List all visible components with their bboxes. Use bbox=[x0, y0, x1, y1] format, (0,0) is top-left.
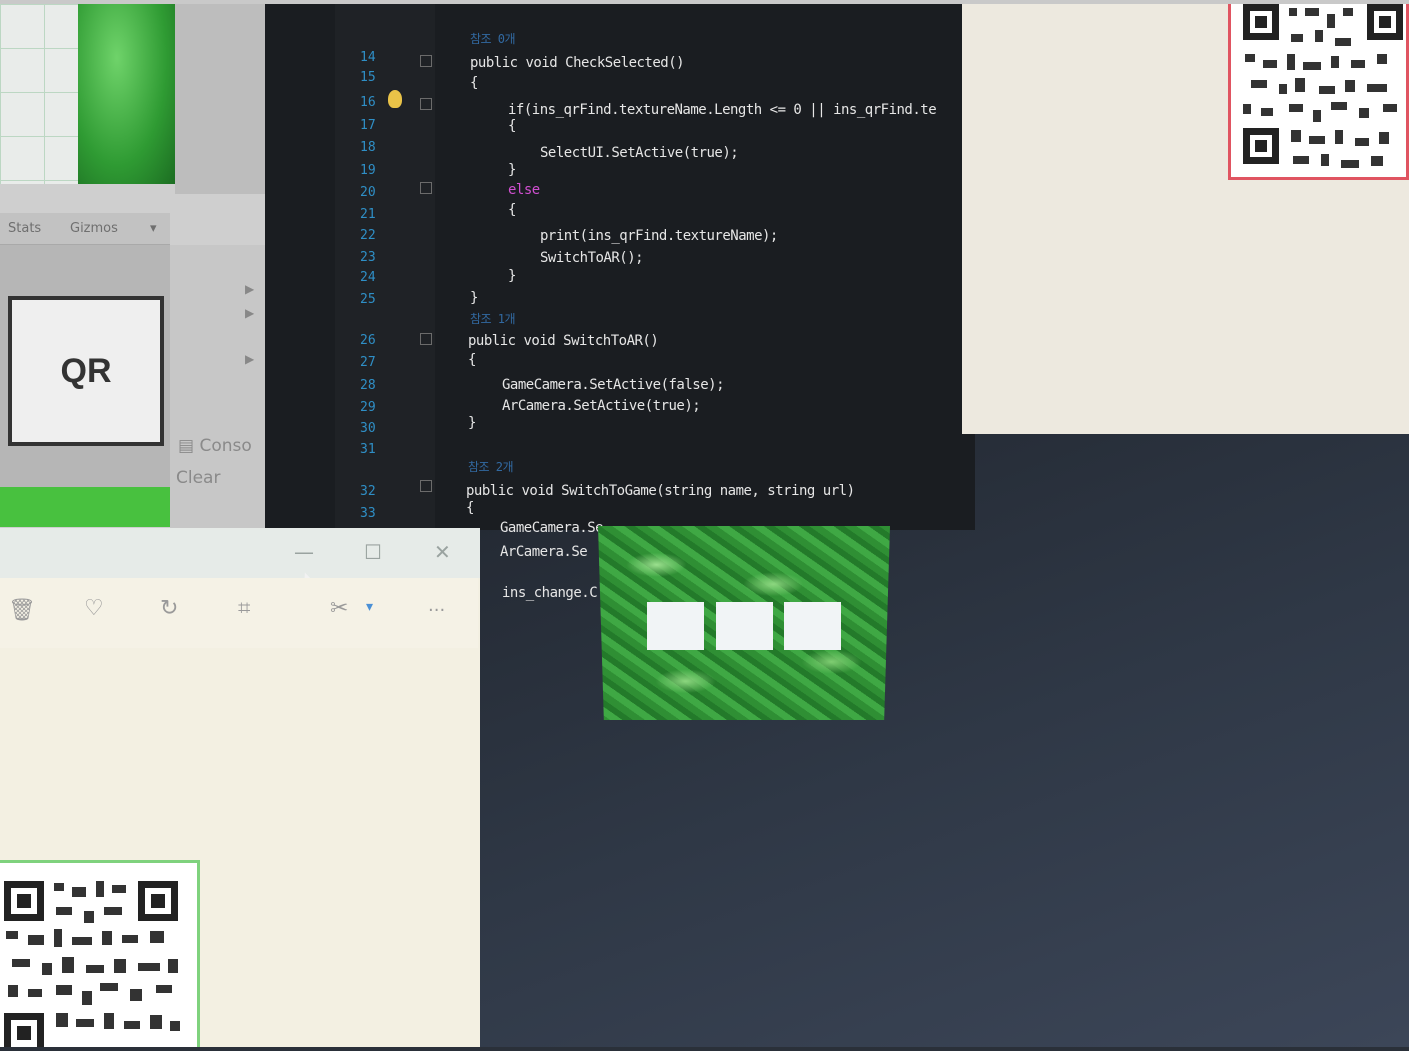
code-line: public void SwitchToGame(string name, st… bbox=[466, 483, 855, 499]
code-line: 참조 0개 bbox=[470, 32, 516, 46]
fold-toggle[interactable] bbox=[420, 480, 432, 492]
minimize-button[interactable]: — bbox=[294, 542, 314, 562]
chevron-down-icon[interactable]: ▾ bbox=[366, 600, 373, 614]
code-line: { bbox=[466, 500, 474, 516]
code-line: else bbox=[508, 182, 540, 198]
heart-icon[interactable]: ♡ bbox=[84, 598, 104, 620]
more-icon[interactable]: ··· bbox=[428, 602, 445, 620]
line-number: 24 bbox=[360, 270, 376, 285]
line-number: 16 bbox=[360, 95, 376, 110]
code-line: } bbox=[468, 415, 476, 431]
chevron-down-icon[interactable]: ▾ bbox=[150, 221, 157, 236]
code-line: ArCamera.Se bbox=[500, 544, 588, 560]
line-number: 33 bbox=[360, 506, 376, 521]
code-line: ins_change.C bbox=[502, 585, 598, 601]
code-line: { bbox=[508, 202, 516, 218]
code-line: if(ins_qrFind.textureName.Length <= 0 ||… bbox=[508, 102, 937, 118]
line-number: 21 bbox=[360, 207, 376, 222]
line-number: 22 bbox=[360, 228, 376, 243]
crop-icon[interactable]: ⌗ bbox=[238, 598, 250, 620]
play-arrow-icon: ▶ bbox=[245, 352, 255, 366]
code-line: public void SwitchToAR() bbox=[468, 333, 659, 349]
line-number: 18 bbox=[360, 140, 376, 155]
code-line: public void CheckSelected() bbox=[470, 55, 685, 71]
ar-slot[interactable] bbox=[716, 602, 773, 650]
line-number: 17 bbox=[360, 118, 376, 133]
line-number: 27 bbox=[360, 355, 376, 370]
code-line: print(ins_qrFind.textureName); bbox=[540, 228, 778, 244]
line-number: 14 bbox=[360, 50, 376, 65]
qr-code-image bbox=[0, 860, 200, 1047]
photos-toolbar: 🗑 ♡ ↻ ⌗ ✂ ▾ ··· bbox=[0, 578, 478, 648]
qr-target-card: QR bbox=[8, 296, 164, 446]
rotate-icon[interactable]: ↻ bbox=[160, 598, 178, 620]
game-view-toolbar: Stats Gizmos ▾ bbox=[0, 213, 170, 245]
line-number: 19 bbox=[360, 163, 376, 178]
code-line: ArCamera.SetActive(true); bbox=[502, 398, 701, 414]
play-arrow-icon: ▶ bbox=[245, 282, 255, 296]
ar-slot[interactable] bbox=[647, 602, 704, 650]
code-line: } bbox=[508, 268, 516, 284]
code-line: } bbox=[508, 162, 516, 178]
code-line: GameCamera.SetActive(false); bbox=[502, 377, 725, 393]
console-tab[interactable]: ▤ Conso bbox=[178, 436, 263, 466]
maximize-button[interactable]: ☐ bbox=[364, 542, 382, 562]
fold-toggle[interactable] bbox=[420, 55, 432, 67]
lightbulb-icon[interactable] bbox=[388, 90, 402, 108]
code-line: } bbox=[470, 290, 478, 306]
code-line: GameCamera.Se bbox=[500, 520, 604, 536]
line-number: 23 bbox=[360, 250, 376, 265]
ar-slot[interactable] bbox=[784, 602, 841, 650]
fold-toggle[interactable] bbox=[420, 333, 432, 345]
scene-side-panel bbox=[175, 4, 265, 194]
line-number: 15 bbox=[360, 70, 376, 85]
line-number: 28 bbox=[360, 378, 376, 393]
line-number: 26 bbox=[360, 333, 376, 348]
fold-toggle[interactable] bbox=[420, 98, 432, 110]
line-number: 29 bbox=[360, 400, 376, 415]
line-number: 25 bbox=[360, 292, 376, 307]
line-number: 30 bbox=[360, 421, 376, 436]
scene-leaf-texture bbox=[78, 4, 175, 184]
code-line: 참조 2개 bbox=[468, 460, 514, 474]
edit-icon[interactable]: ✂ bbox=[330, 598, 348, 620]
editor-gutter bbox=[335, 4, 435, 530]
qr-code-image bbox=[1228, 4, 1409, 180]
line-number: 31 bbox=[360, 442, 376, 457]
fold-toggle[interactable] bbox=[420, 182, 432, 194]
console-tab-label: Conso bbox=[199, 436, 252, 456]
stats-button[interactable]: Stats bbox=[8, 221, 41, 236]
code-line: SwitchToAR(); bbox=[540, 250, 644, 266]
play-arrow-icon: ▶ bbox=[245, 306, 255, 320]
game-ground bbox=[0, 487, 170, 527]
line-number: 20 bbox=[360, 185, 376, 200]
close-button[interactable]: ✕ bbox=[434, 542, 451, 562]
code-line: { bbox=[468, 352, 476, 368]
gizmos-button[interactable]: Gizmos bbox=[70, 221, 118, 236]
code-line: { bbox=[470, 75, 478, 91]
code-line: SelectUI.SetActive(true); bbox=[540, 145, 739, 161]
delete-icon[interactable]: 🗑 bbox=[8, 600, 36, 622]
code-line: 참조 1개 bbox=[470, 312, 516, 326]
code-line: { bbox=[508, 118, 516, 134]
clear-button[interactable]: Clear bbox=[176, 468, 260, 494]
line-number: 32 bbox=[360, 484, 376, 499]
photos-titlebar[interactable]: — ☐ ✕ bbox=[0, 528, 480, 578]
